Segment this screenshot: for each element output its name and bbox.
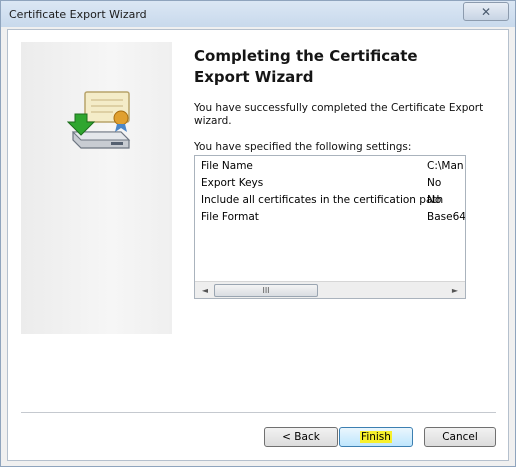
wizard-window: Certificate Export Wizard ✕ Completing t… <box>0 0 516 467</box>
settings-label: You have specified the following setting… <box>194 141 412 153</box>
window-title: Certificate Export Wizard <box>9 8 147 21</box>
close-icon: ✕ <box>480 4 492 19</box>
scroll-left-icon[interactable]: ◄ <box>197 282 213 298</box>
horizontal-scrollbar[interactable]: ◄ III ► <box>195 281 465 298</box>
setting-key: File Name <box>201 160 253 172</box>
back-button[interactable]: < Back <box>264 427 338 447</box>
wizard-content: Completing the Certificate Export Wizard… <box>7 29 509 461</box>
finish-button[interactable]: Finish <box>339 427 413 447</box>
scroll-right-icon[interactable]: ► <box>447 282 463 298</box>
settings-list[interactable]: File Name C:\Man Export Keys No Include … <box>194 155 466 299</box>
setting-value: No <box>427 194 442 206</box>
wizard-side-panel <box>21 42 172 334</box>
list-item[interactable]: Include all certificates in the certific… <box>201 192 465 209</box>
list-item[interactable]: File Format Base64 <box>201 209 466 226</box>
list-item[interactable]: Export Keys No <box>201 175 465 192</box>
setting-key: Include all certificates in the certific… <box>201 194 444 206</box>
setting-key: Export Keys <box>201 177 264 189</box>
cancel-button[interactable]: Cancel <box>424 427 496 447</box>
footer-divider <box>21 412 496 414</box>
title-bar[interactable]: Certificate Export Wizard ✕ <box>1 1 515 27</box>
setting-value: Base64 <box>427 211 466 223</box>
setting-value: No <box>427 177 442 189</box>
list-item[interactable]: File Name C:\Man <box>201 158 465 175</box>
close-button[interactable]: ✕ <box>463 2 509 21</box>
finish-label: Finish <box>360 431 392 443</box>
certificate-export-icon <box>67 91 131 149</box>
completion-description: You have successfully completed the Cert… <box>194 102 484 127</box>
page-heading: Completing the Certificate Export Wizard <box>194 47 418 86</box>
grip-icon: III <box>262 286 270 295</box>
scrollbar-thumb[interactable]: III <box>214 284 318 297</box>
setting-value: C:\Man <box>427 160 464 172</box>
setting-key: File Format <box>201 211 259 223</box>
